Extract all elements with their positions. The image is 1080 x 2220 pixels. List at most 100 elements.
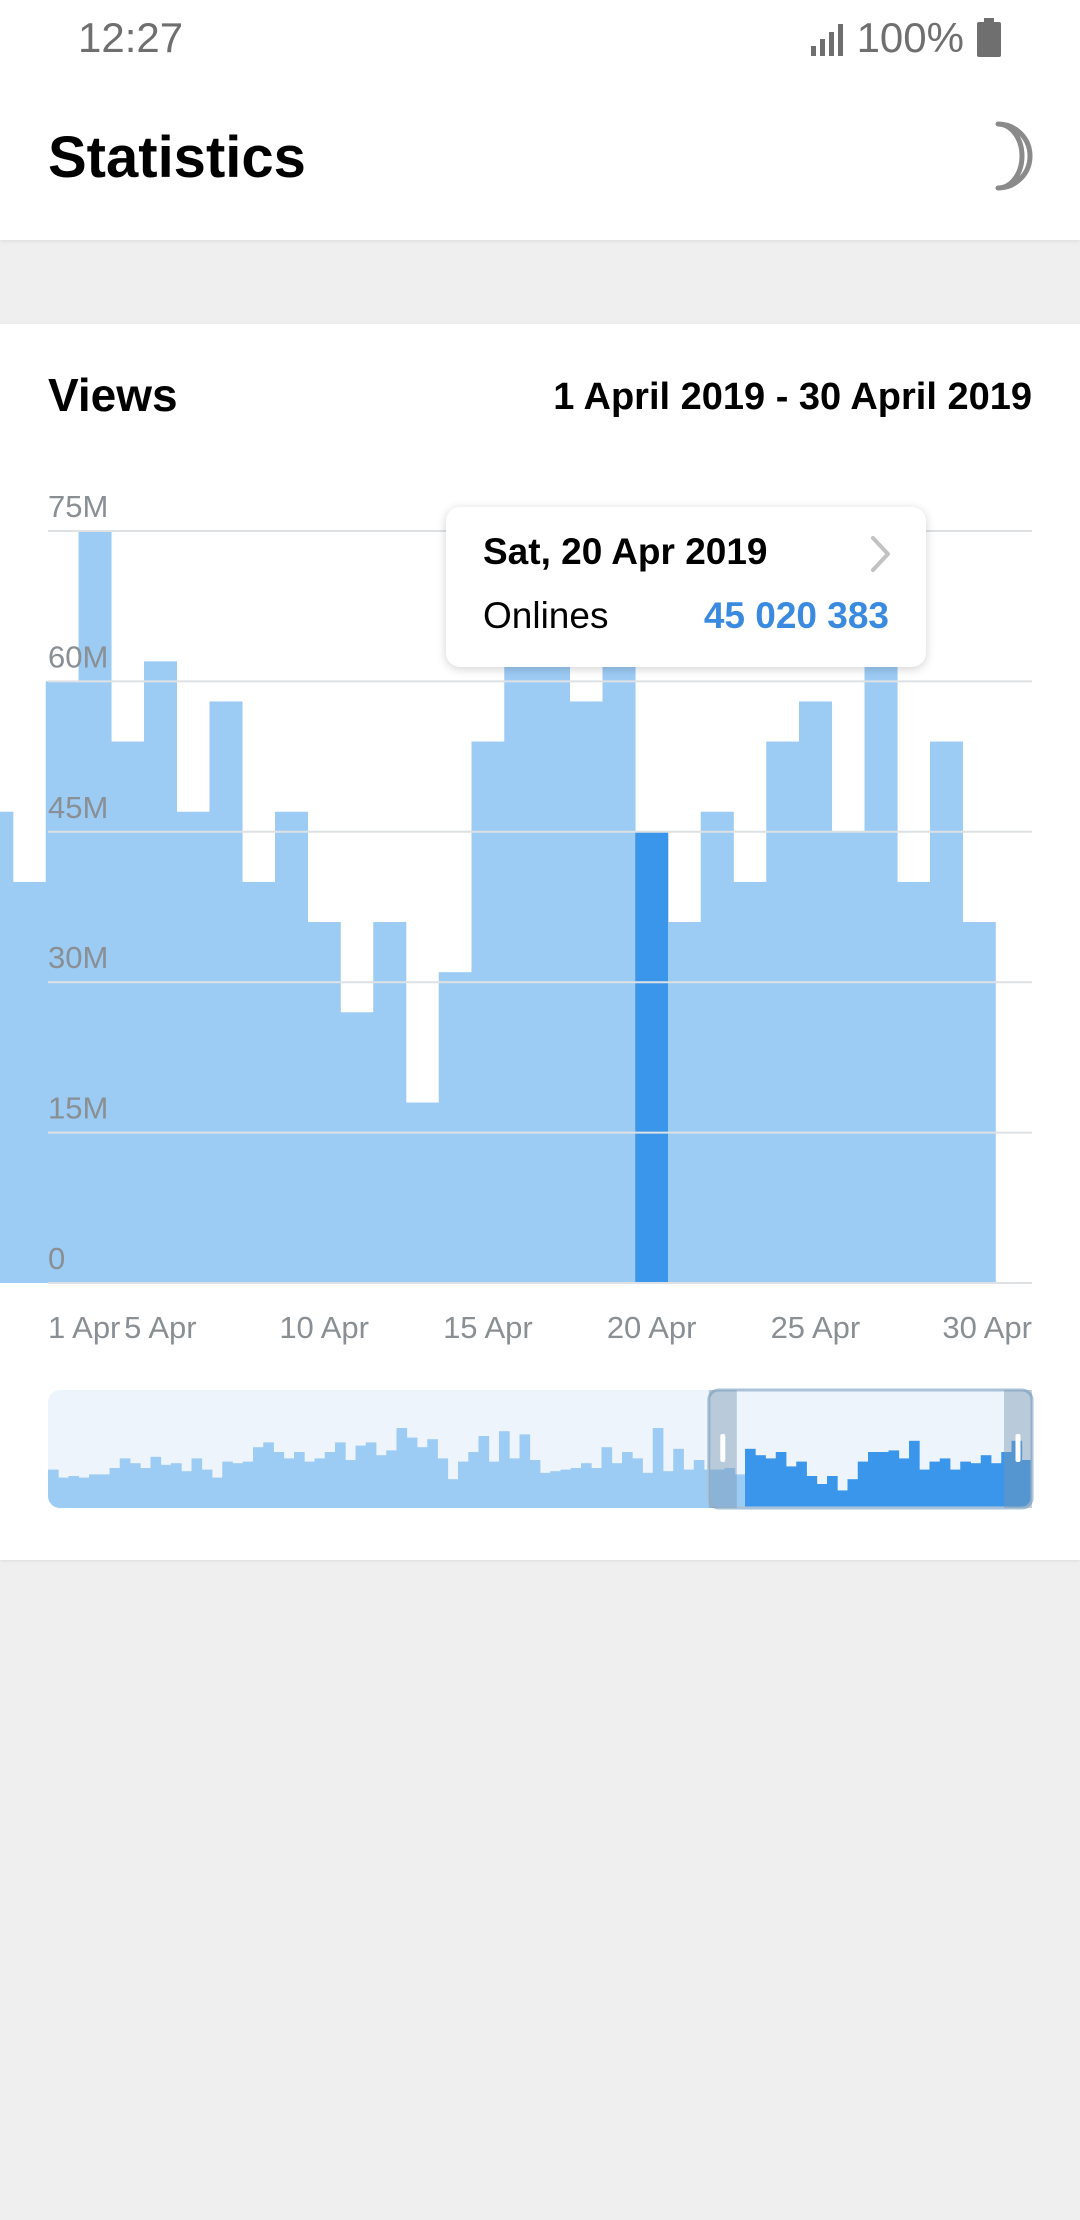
overview-bar bbox=[499, 1431, 510, 1508]
chart-bar[interactable] bbox=[537, 661, 571, 1283]
overview-bar bbox=[212, 1477, 223, 1508]
overview-bar bbox=[581, 1463, 592, 1508]
overview-bar bbox=[550, 1471, 561, 1508]
overview-bar bbox=[376, 1455, 387, 1508]
views-card: 0 15M 30M 45M 60M 75M 1 Apr 5 Apr 10 Apr 15 Apr 20… bbox=[0, 324, 1080, 1560]
overview-bar bbox=[827, 1476, 838, 1508]
x-tick-label: 30 Apr bbox=[942, 1310, 1032, 1345]
overview-bar bbox=[755, 1455, 766, 1508]
chart-bar[interactable] bbox=[307, 922, 341, 1283]
chart-bar[interactable] bbox=[668, 922, 702, 1283]
page-title: Statistics bbox=[48, 125, 306, 190]
chart-tooltip[interactable]: Sat, 20 Apr 2019 Onlines 45 020 383 bbox=[446, 507, 926, 667]
overview-bar bbox=[560, 1469, 572, 1508]
y-tick-label: 30M bbox=[48, 940, 108, 975]
overview-bar bbox=[652, 1428, 664, 1508]
overview-bar bbox=[160, 1464, 172, 1508]
x-tick-label: 25 Apr bbox=[771, 1310, 861, 1345]
overview-bar bbox=[242, 1461, 254, 1508]
overview-bar bbox=[253, 1447, 264, 1508]
status-time: 12:27 bbox=[78, 14, 184, 61]
y-tick-label: 15M bbox=[48, 1091, 108, 1126]
date-range[interactable]: 1 April 2019 - 30 April 2019 bbox=[553, 376, 1032, 419]
chart-bar[interactable] bbox=[831, 831, 865, 1283]
chart-bar[interactable] bbox=[275, 811, 309, 1283]
right-handle-grip bbox=[1015, 1434, 1021, 1462]
chart-bar[interactable] bbox=[897, 881, 931, 1283]
chart-bar[interactable] bbox=[602, 661, 636, 1283]
chart-bar[interactable] bbox=[111, 741, 145, 1283]
overview-bar bbox=[622, 1452, 633, 1508]
overview-bar bbox=[765, 1458, 777, 1508]
chart-bar[interactable] bbox=[13, 881, 47, 1283]
overview-bar bbox=[201, 1469, 213, 1508]
overview-bar bbox=[519, 1434, 531, 1508]
chart-bar[interactable] bbox=[700, 811, 734, 1283]
x-tick-label: 1 Apr bbox=[48, 1310, 120, 1345]
overview-bar bbox=[878, 1452, 889, 1508]
chart-bar[interactable] bbox=[144, 661, 178, 1283]
y-tick-label: 45M bbox=[48, 790, 108, 825]
overview-bar bbox=[991, 1463, 1002, 1508]
chart-bar[interactable] bbox=[340, 1012, 374, 1283]
chart-bar[interactable] bbox=[373, 922, 407, 1283]
chart-bar[interactable] bbox=[930, 741, 964, 1283]
x-tick-label: 10 Apr bbox=[279, 1310, 369, 1345]
chart-bar[interactable] bbox=[438, 972, 472, 1283]
overview-bar bbox=[468, 1452, 479, 1508]
chart-bar[interactable] bbox=[635, 831, 669, 1283]
overview-bar bbox=[837, 1490, 848, 1508]
chart-bar[interactable] bbox=[799, 701, 833, 1283]
chart-bar[interactable] bbox=[864, 581, 898, 1283]
x-tick-label: 15 Apr bbox=[443, 1310, 533, 1345]
overview-bar bbox=[488, 1461, 500, 1508]
overview-bar bbox=[786, 1466, 797, 1508]
chart-bar[interactable] bbox=[504, 661, 538, 1283]
overview-bar bbox=[816, 1484, 828, 1508]
overview-bar bbox=[478, 1436, 490, 1508]
overview-bar bbox=[458, 1461, 469, 1508]
x-tick-label: 5 Apr bbox=[124, 1310, 196, 1345]
overview-bar bbox=[181, 1471, 192, 1508]
overview-bar bbox=[283, 1458, 295, 1508]
chart-bar[interactable] bbox=[766, 741, 800, 1283]
overview-bar bbox=[909, 1440, 920, 1508]
chart-bar[interactable] bbox=[471, 741, 505, 1283]
overview-bar bbox=[78, 1477, 90, 1508]
overview-bar bbox=[673, 1448, 684, 1508]
tooltip-date: Sat, 20 Apr 2019 bbox=[483, 531, 768, 572]
chart-bar[interactable] bbox=[733, 881, 767, 1283]
chart-bar[interactable] bbox=[406, 1102, 440, 1283]
moon-icon[interactable] bbox=[958, 116, 1038, 196]
chart-bar[interactable] bbox=[176, 811, 210, 1283]
overview-bar bbox=[868, 1452, 879, 1508]
overview-bar bbox=[99, 1474, 110, 1508]
overview-bar bbox=[939, 1458, 951, 1508]
chart-bar[interactable] bbox=[0, 811, 14, 1283]
battery-icon bbox=[977, 18, 1001, 57]
overview-bar bbox=[365, 1442, 377, 1508]
chart-bar[interactable] bbox=[242, 881, 276, 1283]
signal-icon bbox=[810, 24, 843, 56]
tooltip-value: 45 020 383 bbox=[703, 595, 889, 636]
overview-bar bbox=[109, 1468, 121, 1508]
overview-bar bbox=[406, 1437, 418, 1508]
overview-bar bbox=[273, 1452, 285, 1508]
chart-bar[interactable] bbox=[962, 922, 996, 1283]
card-title: Views bbox=[48, 369, 178, 421]
overview-bar bbox=[437, 1458, 449, 1508]
overview-bar bbox=[386, 1450, 397, 1508]
overview-bar bbox=[970, 1463, 982, 1508]
overview-bar bbox=[355, 1445, 367, 1508]
overview-bar bbox=[345, 1460, 356, 1508]
y-tick-label: 60M bbox=[48, 639, 108, 674]
overview-bar bbox=[898, 1458, 910, 1508]
overview-bar bbox=[324, 1452, 336, 1508]
overview-bar bbox=[314, 1458, 326, 1508]
chevron-right-icon[interactable] bbox=[870, 535, 892, 573]
overview-bar bbox=[294, 1452, 305, 1508]
chart-bar[interactable] bbox=[209, 701, 243, 1283]
x-tick-label: 20 Apr bbox=[607, 1310, 697, 1345]
overview-bar bbox=[130, 1463, 141, 1508]
chart-bar[interactable] bbox=[569, 701, 603, 1283]
